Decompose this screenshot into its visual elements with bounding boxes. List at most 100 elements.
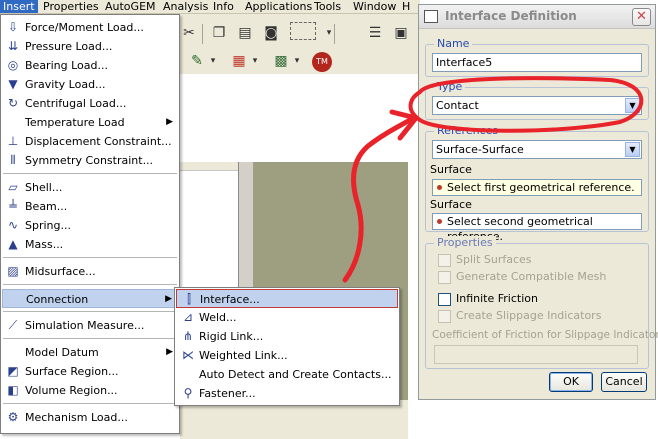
menu-item-gravity-load[interactable]: ▼ Gravity Load...: [2, 75, 178, 94]
menu-item-model-datum[interactable]: Model Datum ▶: [2, 343, 178, 362]
beam-icon: ╧: [9, 199, 17, 213]
pressure-icon: ⇊: [7, 39, 19, 53]
midsurface-icon: ▨: [7, 264, 19, 278]
dialog-title-bar[interactable]: Interface Definition ✕: [419, 5, 655, 29]
menu-item-weld[interactable]: ⊿ Weld...: [176, 308, 398, 327]
rigid-link-icon: ⋔: [182, 329, 194, 343]
menu-item-label: Weld...: [199, 311, 237, 324]
menu-item-beam[interactable]: ╧ Beam...: [2, 197, 178, 216]
chevron-down-icon[interactable]: ▼: [625, 98, 640, 113]
menu-item-shell[interactable]: ▱ Shell...: [2, 178, 178, 197]
gravity-icon: ▼: [8, 77, 18, 91]
menu-item-label: Force/Moment Load...: [25, 21, 144, 34]
type-select[interactable]: Contact ▼: [432, 96, 642, 115]
menu-properties[interactable]: Properties: [40, 0, 102, 13]
menu-item-label: Surface Region...: [25, 365, 119, 378]
chevron-down-icon[interactable]: ▾: [204, 52, 222, 70]
references-select[interactable]: Surface-Surface ▼: [432, 140, 642, 159]
split-surfaces-checkbox[interactable]: [438, 254, 451, 267]
surface2-reference-field[interactable]: Select second geometrical reference.: [432, 213, 642, 243]
surface1-reference-field[interactable]: Select first geometrical reference.: [432, 179, 642, 196]
shell-icon: ▱: [8, 180, 18, 194]
menu-item-fastener[interactable]: ⚲ Fastener...: [176, 384, 398, 403]
menu-item-symmetry-constraint[interactable]: ⫴ Symmetry Constraint...: [2, 151, 178, 170]
type-select-value: Contact: [436, 99, 479, 112]
menu-applications[interactable]: Applications: [242, 0, 315, 13]
chevron-right-icon: ▶: [165, 294, 172, 304]
selection-box-icon[interactable]: [290, 22, 316, 40]
binoculars-icon[interactable]: ◙: [262, 24, 280, 42]
menu-autogem[interactable]: AutoGEM: [102, 0, 159, 13]
references-select-value: Surface-Surface: [436, 143, 524, 156]
coefficient-input[interactable]: [434, 345, 638, 364]
menu-insert[interactable]: Insert: [0, 0, 38, 13]
displacement-icon: ⊥: [7, 134, 19, 148]
create-slippage-checkbox[interactable]: [438, 310, 451, 323]
menu-separator: [3, 403, 177, 404]
infinite-friction-checkbox[interactable]: [438, 293, 451, 306]
cancel-button[interactable]: Cancel: [601, 372, 647, 392]
menu-item-surface-region[interactable]: ◩ Surface Region...: [2, 362, 178, 381]
menu-window[interactable]: Window: [350, 0, 399, 13]
menu-item-label: Mass...: [25, 238, 64, 251]
chevron-down-icon[interactable]: ▾: [288, 52, 306, 70]
chevron-down-icon[interactable]: ▾: [246, 52, 264, 70]
menu-item-mechanism-load[interactable]: ⚙ Mechanism Load...: [2, 408, 178, 427]
paste-icon[interactable]: ▤: [236, 24, 254, 42]
properties-group: Properties Split Surfaces Generate Compa…: [425, 236, 658, 369]
infinite-friction-label: Infinite Friction: [456, 292, 538, 305]
menu-item-auto-detect-contacts[interactable]: Auto Detect and Create Contacts...: [176, 365, 398, 384]
menu-item-weighted-link[interactable]: ⋉ Weighted Link...: [176, 346, 398, 365]
weld-icon: ⊿: [182, 310, 194, 324]
volume-region-icon: ◧: [7, 383, 19, 397]
menu-item-label: Gravity Load...: [25, 78, 106, 91]
interface-icon: ⫿: [187, 292, 191, 306]
menu-analysis[interactable]: Analysis: [160, 0, 211, 13]
surface2-label: Surface: [430, 198, 472, 211]
generate-mesh-label: Generate Compatible Mesh: [456, 270, 607, 283]
trademark-icon[interactable]: TM: [312, 52, 332, 72]
close-icon[interactable]: ✕: [632, 8, 651, 26]
annotation-arrow-head: [389, 109, 419, 141]
chevron-down-icon[interactable]: ▼: [625, 142, 640, 157]
menu-item-label: Centrifugal Load...: [25, 97, 127, 110]
ok-button[interactable]: OK: [549, 372, 593, 392]
menu-item-bearing-load[interactable]: ◎ Bearing Load...: [2, 56, 178, 75]
generate-mesh-checkbox[interactable]: [438, 271, 451, 284]
chevron-right-icon: ▶: [166, 347, 173, 357]
layers-icon[interactable]: ☰: [366, 24, 384, 42]
menu-item-spring[interactable]: ∿ Spring...: [2, 216, 178, 235]
name-input[interactable]: Interface5: [432, 53, 642, 72]
window-icon[interactable]: ▣: [392, 24, 410, 42]
menu-item-temperature-load[interactable]: Temperature Load ▶: [2, 113, 178, 132]
menu-tools[interactable]: Tools: [311, 0, 344, 13]
menu-separator: [3, 311, 177, 312]
menu-item-displacement-constraint[interactable]: ⊥ Displacement Constraint...: [2, 132, 178, 151]
menu-item-connection[interactable]: Connection ▶: [2, 289, 178, 308]
chevron-down-icon[interactable]: ▾: [320, 24, 338, 42]
surface1-label: Surface: [430, 163, 472, 176]
menu-item-mass[interactable]: ▲ Mass...: [2, 235, 178, 254]
menu-info[interactable]: Info: [210, 0, 237, 13]
menu-help[interactable]: H: [399, 0, 413, 13]
menu-item-simulation-measure[interactable]: ⟋ Simulation Measure...: [2, 316, 178, 335]
coefficient-label: Coefficient of Friction for Slippage Ind…: [432, 329, 658, 341]
cut-icon[interactable]: ✂: [180, 24, 198, 42]
copy-icon[interactable]: ❐: [210, 24, 228, 42]
toolbar-separator: [334, 24, 335, 44]
menu-item-centrifugal-load[interactable]: ↻ Centrifugal Load...: [2, 94, 178, 113]
menu-item-volume-region[interactable]: ◧ Volume Region...: [2, 381, 178, 400]
mass-icon: ▲: [8, 237, 18, 251]
menu-item-label: Fastener...: [199, 387, 256, 400]
menu-item-label: Pressure Load...: [25, 40, 113, 53]
centrifugal-icon: ↻: [7, 96, 19, 110]
menu-item-label: Temperature Load: [25, 116, 125, 129]
menu-item-pressure-load[interactable]: ⇊ Pressure Load...: [2, 37, 178, 56]
interface-definition-dialog: Interface Definition ✕ Name Interface5 T…: [418, 4, 658, 400]
menu-item-force-load[interactable]: ⇩ Force/Moment Load...: [2, 18, 178, 37]
menu-item-interface[interactable]: ⫿ Interface...: [176, 289, 398, 308]
menu-item-midsurface[interactable]: ▨ Midsurface...: [2, 262, 178, 281]
menu-item-label: Midsurface...: [25, 265, 96, 278]
insert-menu: ⇩ Force/Moment Load... ⇊ Pressure Load..…: [0, 14, 180, 434]
menu-item-rigid-link[interactable]: ⋔ Rigid Link...: [176, 327, 398, 346]
